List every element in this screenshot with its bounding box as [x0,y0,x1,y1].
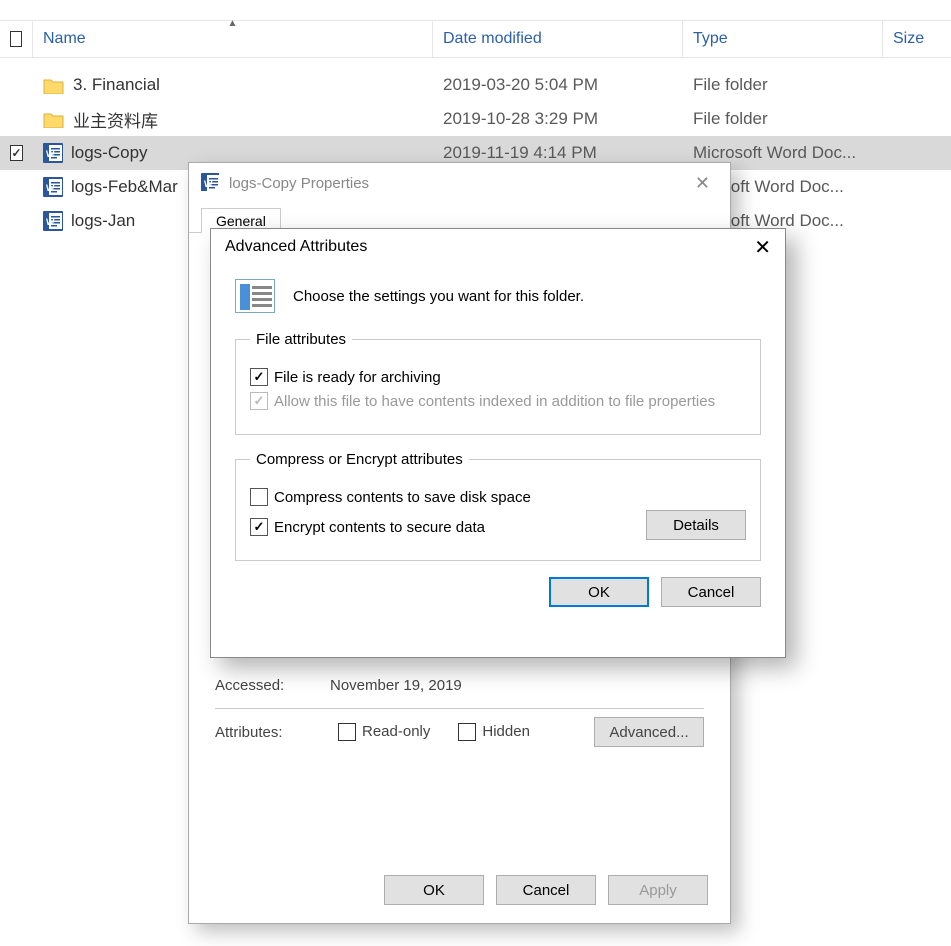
encrypt-label: Encrypt contents to secure data [274,519,485,536]
advanced-lead-text: Choose the settings you want for this fo… [293,288,584,305]
column-date[interactable]: Date modified [433,21,683,57]
file-row[interactable]: 3. Financial 2019-03-20 5:04 PM File fol… [0,68,951,102]
readonly-label: Read-only [362,723,430,740]
column-size[interactable]: Size [883,21,951,57]
checkbox-checked-disabled-icon [250,392,268,410]
row-checkbox[interactable] [10,145,23,161]
compress-encrypt-legend: Compress or Encrypt attributes [250,451,469,468]
column-headers: Name ▲ Date modified Type Size [0,20,951,58]
settings-list-icon [235,279,275,313]
close-icon[interactable]: ✕ [687,169,718,198]
word-icon [43,177,63,197]
column-type[interactable]: Type [683,21,883,57]
apply-button[interactable]: Apply [608,875,708,905]
advanced-title: Advanced Attributes [225,238,367,256]
file-name: logs-Copy [71,143,148,163]
file-name: 业主资料库 [73,107,158,132]
archive-checkbox[interactable]: File is ready for archiving [250,368,746,386]
properties-buttons: OK Cancel Apply [384,875,708,905]
column-type-label: Type [693,30,728,48]
compress-checkbox[interactable]: Compress contents to save disk space [250,488,746,506]
compress-encrypt-group: Compress or Encrypt attributes Compress … [235,451,761,561]
column-name[interactable]: Name ▲ [33,21,433,57]
word-icon [201,173,221,193]
readonly-checkbox[interactable]: Read-only [338,723,430,741]
word-icon [43,143,63,163]
close-icon[interactable]: ✕ [754,235,771,260]
checkbox-unchecked-icon [250,488,268,506]
column-date-label: Date modified [443,30,542,48]
word-icon [43,211,63,231]
details-button[interactable]: Details [646,510,746,540]
column-checkbox[interactable] [0,21,33,57]
header-checkbox[interactable] [10,31,22,47]
file-date: 2019-11-19 4:14 PM [433,143,683,163]
file-row[interactable]: 业主资料库 2019-10-28 3:29 PM File folder [0,102,951,136]
advanced-titlebar[interactable]: Advanced Attributes ✕ [211,229,785,265]
checkbox-checked-icon [250,518,268,536]
separator [215,708,704,709]
file-date: 2019-10-28 3:29 PM [433,109,683,129]
encrypt-checkbox[interactable]: Encrypt contents to secure data [250,518,485,536]
checkbox-checked-icon [250,368,268,386]
column-name-label: Name [43,30,86,48]
index-label: Allow this file to have contents indexed… [274,393,715,410]
file-attributes-legend: File attributes [250,331,352,348]
properties-titlebar[interactable]: logs-Copy Properties ✕ [189,163,730,203]
advanced-attributes-dialog: Advanced Attributes ✕ Choose the setting… [210,228,786,658]
file-type: File folder [683,75,883,95]
file-attributes-group: File attributes File is ready for archiv… [235,331,761,435]
column-size-label: Size [893,30,924,48]
archive-label: File is ready for archiving [274,369,441,386]
file-name: logs-Jan [71,211,135,231]
index-checkbox: Allow this file to have contents indexed… [250,392,746,410]
accessed-value: November 19, 2019 [330,677,704,694]
file-date: 2019-03-20 5:04 PM [433,75,683,95]
folder-icon [43,110,65,128]
compress-label: Compress contents to save disk space [274,489,531,506]
accessed-label: Accessed: [215,677,310,694]
sort-caret-icon: ▲ [228,18,238,29]
cancel-button[interactable]: Cancel [496,875,596,905]
properties-title: logs-Copy Properties [229,175,369,192]
file-name: 3. Financial [73,75,160,95]
file-type: File folder [683,109,883,129]
cancel-button[interactable]: Cancel [661,577,761,607]
hidden-checkbox[interactable]: Hidden [458,723,530,741]
ok-button[interactable]: OK [549,577,649,607]
attributes-label: Attributes: [215,724,310,741]
folder-icon [43,76,65,94]
advanced-button[interactable]: Advanced... [594,717,704,747]
ok-button[interactable]: OK [384,875,484,905]
hidden-label: Hidden [482,723,530,740]
file-type: Microsoft Word Doc... [683,143,883,163]
file-name: logs-Feb&Mar [71,177,178,197]
